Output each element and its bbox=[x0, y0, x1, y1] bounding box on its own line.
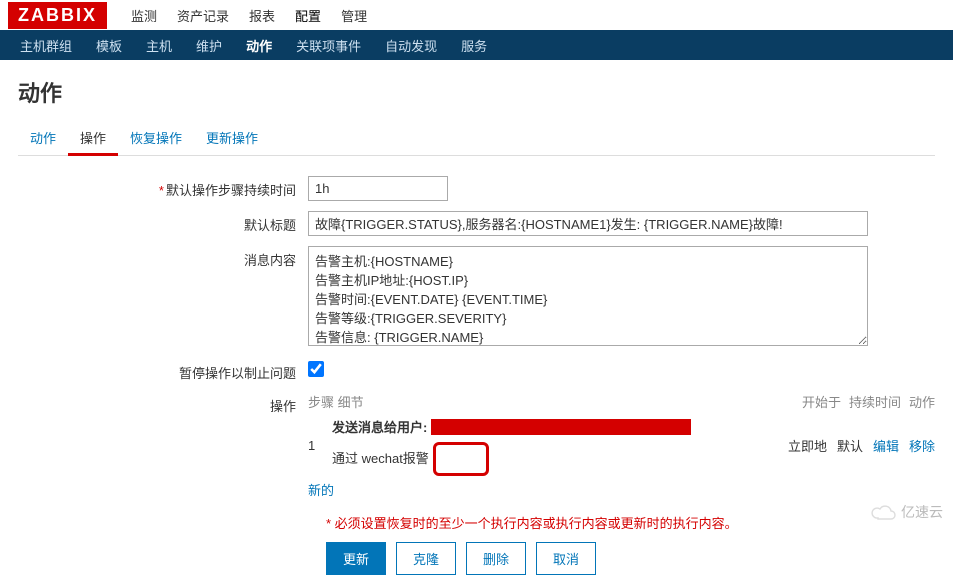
row-message: 消息内容 bbox=[18, 246, 935, 349]
row-pause: 暂停操作以制止问题 bbox=[18, 359, 935, 382]
button-bar: 更新 克隆 删除 取消 bbox=[326, 542, 935, 575]
ops-row: 1 发送消息给用户: 通过 wechat报警 立即地 默认 编辑 移除 bbox=[308, 417, 935, 474]
sub-bar: 主机群组 模板 主机 维护 动作 关联项事件 自动发现 服务 bbox=[0, 30, 953, 60]
top-nav: 监测 资产记录 报表 配置 管理 bbox=[121, 0, 377, 31]
ops-step-number: 1 bbox=[308, 438, 332, 453]
subnav-maintenance[interactable]: 维护 bbox=[184, 29, 234, 62]
logo: ZABBIX bbox=[8, 2, 107, 29]
subnav-services[interactable]: 服务 bbox=[449, 29, 499, 62]
ops-remove-link[interactable]: 移除 bbox=[909, 436, 935, 455]
cloud-icon bbox=[871, 504, 897, 520]
delete-button[interactable]: 删除 bbox=[466, 542, 526, 575]
label-duration: *默认操作步骤持续时间 bbox=[18, 176, 308, 199]
duration-input[interactable] bbox=[308, 176, 448, 201]
message-textarea[interactable] bbox=[308, 246, 868, 346]
subnav-hostgroups[interactable]: 主机群组 bbox=[8, 29, 84, 62]
page-title: 动作 bbox=[0, 60, 953, 120]
tab-update[interactable]: 更新操作 bbox=[194, 120, 270, 155]
ops-new-link[interactable]: 新的 bbox=[308, 483, 334, 498]
pause-checkbox[interactable] bbox=[308, 361, 324, 377]
topnav-configuration[interactable]: 配置 bbox=[285, 0, 331, 31]
required-note: * 必须设置恢复时的至少一个执行内容或执行内容或更新时的执行内容。 bbox=[326, 513, 935, 532]
ops-detail-via: 通过 wechat报警 bbox=[332, 448, 429, 467]
col-duration: 持续时间 bbox=[849, 392, 901, 411]
col-action: 动作 bbox=[909, 392, 935, 411]
topnav-administration[interactable]: 管理 bbox=[331, 0, 377, 31]
top-bar: ZABBIX 监测 资产记录 报表 配置 管理 bbox=[0, 0, 953, 30]
redacted-users bbox=[431, 419, 691, 435]
ops-duration: 默认 bbox=[837, 436, 863, 455]
row-subject: 默认标题 bbox=[18, 211, 935, 236]
subnav-correlation[interactable]: 关联项事件 bbox=[284, 29, 373, 62]
clone-button[interactable]: 克隆 bbox=[396, 542, 456, 575]
cancel-button[interactable]: 取消 bbox=[536, 542, 596, 575]
watermark-text: 亿速云 bbox=[901, 502, 943, 522]
subnav-actions[interactable]: 动作 bbox=[234, 29, 284, 62]
watermark: 亿速云 bbox=[871, 502, 943, 522]
ops-edit-link[interactable]: 编辑 bbox=[873, 436, 899, 455]
row-operations: 操作 步骤 细节 开始于 持续时间 动作 1 发送消息给用户: 通过 wecha… bbox=[18, 392, 935, 499]
tab-operations[interactable]: 操作 bbox=[68, 120, 118, 156]
label-operations: 操作 bbox=[18, 392, 308, 415]
form-area: *默认操作步骤持续时间 默认标题 消息内容 暂停操作以制止问题 操作 步骤 细节 bbox=[0, 156, 953, 585]
subnav-discovery[interactable]: 自动发现 bbox=[373, 29, 449, 62]
col-steps: 步骤 bbox=[308, 395, 334, 410]
label-pause: 暂停操作以制止问题 bbox=[18, 359, 308, 382]
label-message: 消息内容 bbox=[18, 246, 308, 269]
subject-input[interactable] bbox=[308, 211, 868, 236]
update-button[interactable]: 更新 bbox=[326, 542, 386, 575]
label-subject: 默认标题 bbox=[18, 211, 308, 234]
highlight-box bbox=[433, 442, 489, 476]
tab-action[interactable]: 动作 bbox=[18, 120, 68, 155]
tab-recovery[interactable]: 恢复操作 bbox=[118, 120, 194, 155]
required-marker: * bbox=[159, 183, 164, 198]
sub-nav: 主机群组 模板 主机 维护 动作 关联项事件 自动发现 服务 bbox=[8, 29, 499, 62]
row-duration: *默认操作步骤持续时间 bbox=[18, 176, 935, 201]
topnav-inventory[interactable]: 资产记录 bbox=[167, 0, 239, 31]
subnav-hosts[interactable]: 主机 bbox=[134, 29, 184, 62]
topnav-monitoring[interactable]: 监测 bbox=[121, 0, 167, 31]
ops-start: 立即地 bbox=[788, 436, 827, 455]
col-detail: 细节 bbox=[338, 395, 364, 410]
ops-header: 步骤 细节 开始于 持续时间 动作 bbox=[308, 392, 935, 411]
ops-detail-prefix: 发送消息给用户: bbox=[332, 417, 427, 436]
col-start: 开始于 bbox=[802, 392, 841, 411]
subnav-templates[interactable]: 模板 bbox=[84, 29, 134, 62]
topnav-reports[interactable]: 报表 bbox=[239, 0, 285, 31]
form-tabs: 动作 操作 恢复操作 更新操作 bbox=[18, 120, 935, 156]
